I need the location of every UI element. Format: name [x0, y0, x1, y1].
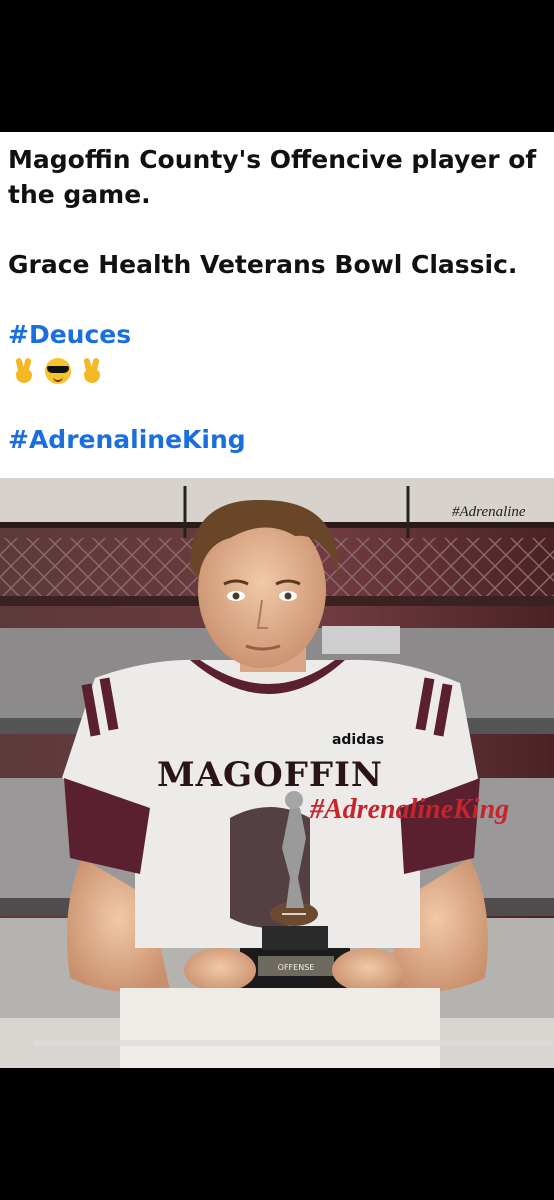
horizontal-scrollbar[interactable]: [34, 1040, 552, 1046]
post-text-area: Magoffin County's Offencive player of th…: [0, 132, 554, 478]
hashtag-adrenalineking-link[interactable]: #AdrenalineKing: [8, 422, 546, 457]
post-title-line-1: Magoffin County's Offencive player of: [8, 145, 537, 174]
player-photo-illustration: #Adrenaline MAGOFFIN adidas OFFENSE #Adr…: [0, 478, 554, 1068]
brand-text: adidas: [332, 732, 384, 748]
watermark-top: #Adrenaline: [452, 504, 526, 520]
jersey-text: MAGOFFIN: [157, 755, 383, 795]
hashtag-deuces-link[interactable]: #Deuces: [8, 317, 546, 352]
post-event-name: Grace Health Veterans Bowl Classic.: [8, 250, 518, 279]
top-black-bar: [0, 0, 554, 132]
trophy-plate-text: OFFENSE: [278, 963, 315, 972]
emoji-row: [10, 352, 546, 390]
post-title-line-2: the game.: [8, 180, 151, 209]
victory-hand-icon: [78, 357, 106, 385]
watermark-main: #AdrenalineKing: [309, 794, 509, 825]
smiling-face-sunglasses-icon: [44, 357, 72, 385]
bottom-black-bar: [0, 1068, 554, 1200]
victory-hand-icon: [10, 357, 38, 385]
post-photo[interactable]: #Adrenaline MAGOFFIN adidas OFFENSE #Adr…: [0, 478, 554, 1068]
